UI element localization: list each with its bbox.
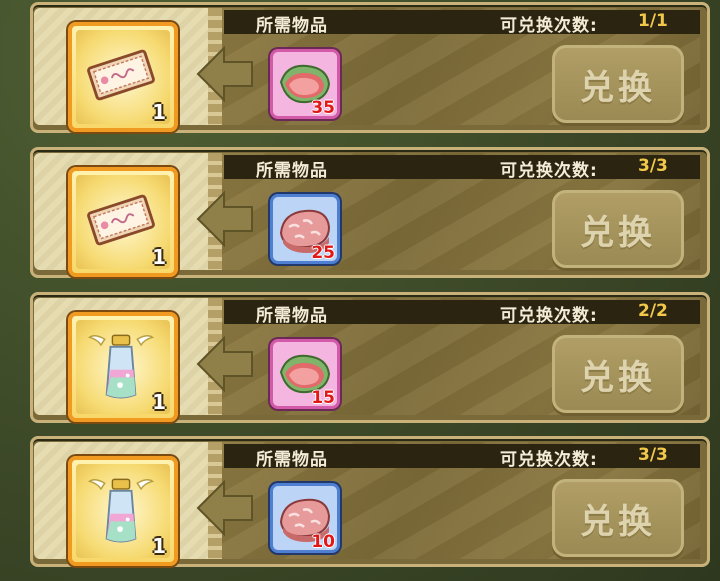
exchange-count-label: 可兑换次数: xyxy=(500,450,598,470)
reward-quantity: 1 xyxy=(152,245,166,269)
arrow-left-icon xyxy=(196,335,253,393)
exchange-count: 1/1 xyxy=(638,11,668,31)
required-item-slot[interactable]: 25 xyxy=(270,194,340,264)
exchange-count: 2/2 xyxy=(638,301,668,321)
required-quantity: 10 xyxy=(311,532,335,552)
reward-item-slot[interactable]: 1 xyxy=(68,456,178,566)
exchange-button[interactable]: 兑换 xyxy=(552,45,684,123)
exchange-button[interactable]: 兑换 xyxy=(552,479,684,557)
required-item-slot[interactable]: 35 xyxy=(270,49,340,119)
reward-quantity: 1 xyxy=(152,534,166,558)
reward-quantity: 1 xyxy=(152,390,166,414)
required-item-slot[interactable]: 10 xyxy=(270,483,340,553)
reward-item-slot[interactable]: 1 xyxy=(68,22,178,132)
reward-item-slot[interactable]: 1 xyxy=(68,312,178,422)
exchange-count-label: 可兑换次数: xyxy=(500,161,598,181)
exchange-count-label: 可兑换次数: xyxy=(500,306,598,326)
exchange-button-label: 兑换 xyxy=(580,501,656,542)
exchange-count-label: 可兑换次数: xyxy=(500,16,598,36)
required-quantity: 15 xyxy=(311,388,335,408)
exchange-button-label: 兑换 xyxy=(580,357,656,398)
exchange-row: 所需物品 可兑换次数: 1/1 1 35 兑换 xyxy=(4,0,712,133)
required-items-label: 所需物品 xyxy=(256,16,328,36)
required-items-label: 所需物品 xyxy=(256,161,328,181)
exchange-count: 3/3 xyxy=(638,156,668,176)
reward-item-slot[interactable]: 1 xyxy=(68,167,178,277)
exchange-row: 所需物品 可兑换次数: 2/2 1 15 兑换 xyxy=(4,290,712,423)
required-items-label: 所需物品 xyxy=(256,450,328,470)
exchange-button[interactable]: 兑换 xyxy=(552,190,684,268)
exchange-button-label: 兑换 xyxy=(580,67,656,108)
required-item-slot[interactable]: 15 xyxy=(270,339,340,409)
exchange-button-label: 兑换 xyxy=(580,212,656,253)
arrow-left-icon xyxy=(196,190,253,248)
exchange-button[interactable]: 兑换 xyxy=(552,335,684,413)
required-quantity: 35 xyxy=(311,98,335,118)
exchange-count: 3/3 xyxy=(638,445,668,465)
reward-quantity: 1 xyxy=(152,100,166,124)
arrow-left-icon xyxy=(196,479,253,537)
exchange-row: 所需物品 可兑换次数: 3/3 1 10 兑换 xyxy=(4,434,712,567)
exchange-row: 所需物品 可兑换次数: 3/3 1 25 兑换 xyxy=(4,145,712,278)
arrow-left-icon xyxy=(196,45,253,103)
required-quantity: 25 xyxy=(311,243,335,263)
required-items-label: 所需物品 xyxy=(256,306,328,326)
